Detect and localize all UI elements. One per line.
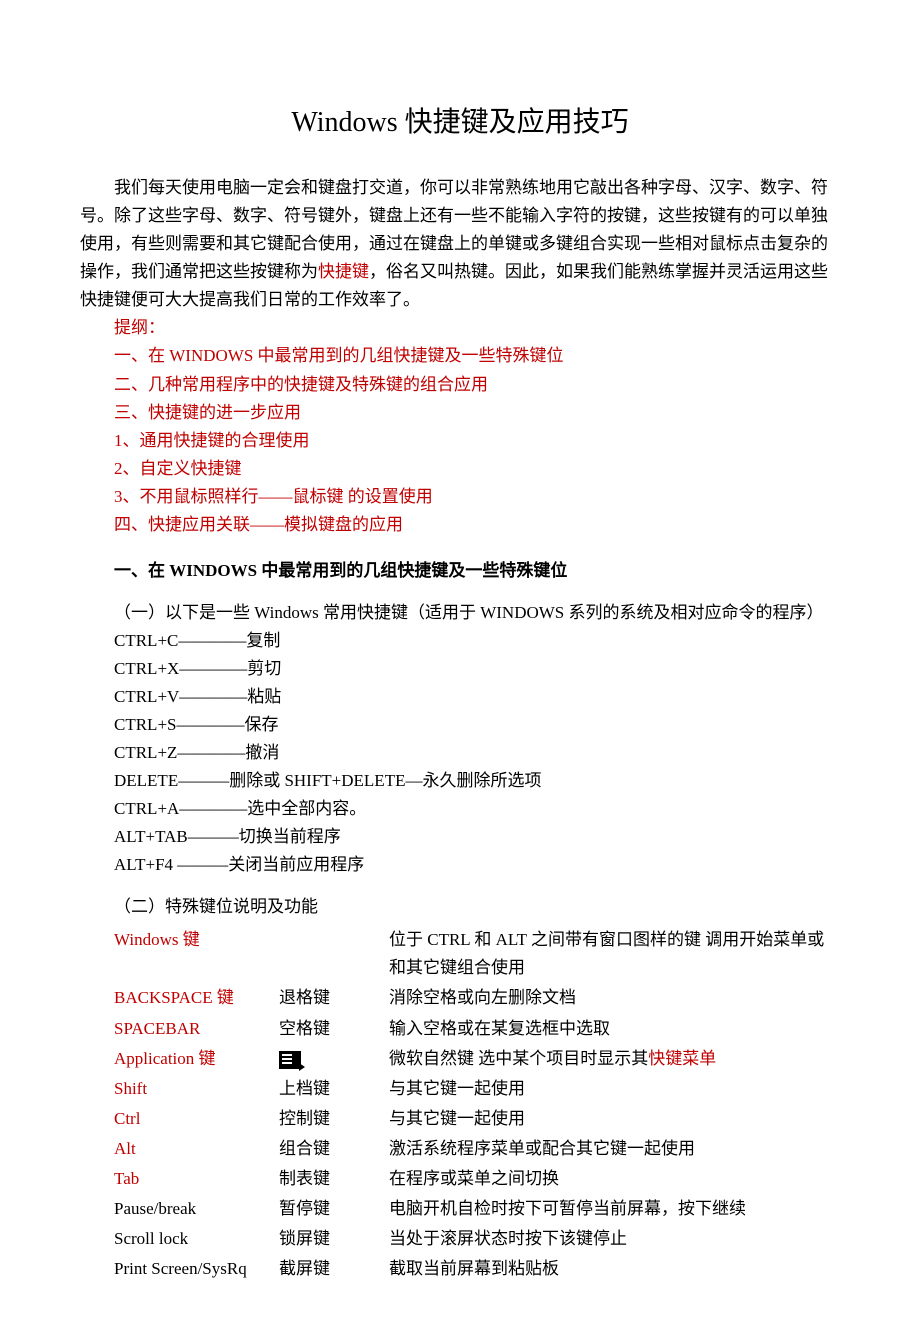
key-description: 当处于滚屏状态时按下该键停止 [389, 1224, 840, 1254]
outline-item-5: 2、自定义快捷键 [80, 455, 840, 483]
table-row: Pause/break暂停键电脑开机自检时按下可暂停当前屏幕，按下继续 [80, 1194, 840, 1224]
key-cn-name: 上档键 [279, 1074, 389, 1104]
key-cn-name: 控制键 [279, 1104, 389, 1134]
table-row: Scroll lock锁屏键当处于滚屏状态时按下该键停止 [80, 1224, 840, 1254]
key-name: Pause/break [80, 1194, 279, 1224]
application-key-icon [279, 1051, 301, 1069]
table-row: Print Screen/SysRq截屏键截取当前屏幕到粘贴板 [80, 1254, 840, 1284]
shortcut-line: CTRL+A————选中全部内容。 [80, 795, 840, 823]
key-name: Application 键 [80, 1044, 279, 1074]
key-description: 微软自然键 选中某个项目时显示其快键菜单 [389, 1044, 840, 1074]
key-description: 与其它键一起使用 [389, 1104, 840, 1134]
key-description: 激活系统程序菜单或配合其它键一起使用 [389, 1134, 840, 1164]
outline-item-6: 3、不用鼠标照样行——鼠标键 的设置使用 [80, 483, 840, 511]
key-cn-name: 暂停键 [279, 1194, 389, 1224]
key-cn-name [279, 925, 389, 983]
key-cn-name: 组合键 [279, 1134, 389, 1164]
outline-item-2: 二、几种常用程序中的快捷键及特殊键的组合应用 [80, 371, 840, 399]
shortcut-line: CTRL+Z————撤消 [80, 739, 840, 767]
outline-item-7: 四、快捷应用关联——模拟键盘的应用 [80, 511, 840, 539]
key-name: BACKSPACE 键 [80, 983, 279, 1013]
shortcut-line: ALT+F4 ———关闭当前应用程序 [80, 851, 840, 879]
shortcut-line: CTRL+X————剪切 [80, 655, 840, 683]
key-cn-name: 退格键 [279, 983, 389, 1013]
outline-item-3: 三、快捷键的进一步应用 [80, 399, 840, 427]
key-name: Ctrl [80, 1104, 279, 1134]
key-name: Windows 键 [80, 925, 279, 983]
key-description: 在程序或菜单之间切换 [389, 1164, 840, 1194]
table-row: Windows 键 位于 CTRL 和 ALT 之间带有窗口图样的键 调用开始菜单… [80, 925, 840, 983]
key-name: Print Screen/SysRq [80, 1254, 279, 1284]
key-cn-name: 空格键 [279, 1014, 389, 1044]
key-cn-name [279, 1044, 389, 1074]
table-row: Alt组合键激活系统程序菜单或配合其它键一起使用 [80, 1134, 840, 1164]
shortcut-line: DELETE———删除或 SHIFT+DELETE—永久删除所选项 [80, 767, 840, 795]
key-cn-name: 截屏键 [279, 1254, 389, 1284]
keyword: 快键菜单 [648, 1049, 716, 1068]
key-name: Shift [80, 1074, 279, 1104]
key-name: Tab [80, 1164, 279, 1194]
key-description: 电脑开机自检时按下可暂停当前屏幕，按下继续 [389, 1194, 840, 1224]
section-1-sub2: （二）特殊键位说明及功能 [80, 893, 840, 921]
key-name: SPACEBAR [80, 1014, 279, 1044]
key-cn-name: 锁屏键 [279, 1224, 389, 1254]
shortcut-line: CTRL+S————保存 [80, 711, 840, 739]
outline-item-1: 一、在 WINDOWS 中最常用到的几组快捷键及一些特殊键位 [80, 342, 840, 370]
table-row: Ctrl控制键与其它键一起使用 [80, 1104, 840, 1134]
table-row: BACKSPACE 键退格键消除空格或向左删除文档 [80, 983, 840, 1013]
intro-text-c: 我们通常把这些按键称为 [131, 262, 318, 281]
key-description: 与其它键一起使用 [389, 1074, 840, 1104]
key-name: Alt [80, 1134, 279, 1164]
page-title: Windows 快捷键及应用技巧 [80, 100, 840, 146]
outline-block: 提纲： 一、在 WINDOWS 中最常用到的几组快捷键及一些特殊键位 二、几种常… [80, 314, 840, 538]
keyword-shortcut: 快捷键 [318, 262, 369, 281]
table-row: Shift上档键与其它键一起使用 [80, 1074, 840, 1104]
table-row: Tab制表键在程序或菜单之间切换 [80, 1164, 840, 1194]
key-table: Windows 键 位于 CTRL 和 ALT 之间带有窗口图样的键 调用开始菜单… [80, 925, 840, 1284]
shortcut-line: CTRL+C————复制 [80, 627, 840, 655]
key-description: 位于 CTRL 和 ALT 之间带有窗口图样的键 调用开始菜单或和其它键组合使用 [389, 925, 840, 983]
outline-heading: 提纲： [80, 314, 840, 342]
shortcut-line: CTRL+V————粘贴 [80, 683, 840, 711]
outline-item-4: 1、通用快捷键的合理使用 [80, 427, 840, 455]
section-1-heading: 一、在 WINDOWS 中最常用到的几组快捷键及一些特殊键位 [80, 557, 840, 585]
shortcut-line: ALT+TAB———切换当前程序 [80, 823, 840, 851]
table-row: SPACEBAR空格键输入空格或在某复选框中选取 [80, 1014, 840, 1044]
key-cn-name: 制表键 [279, 1164, 389, 1194]
key-description: 输入空格或在某复选框中选取 [389, 1014, 840, 1044]
intro-paragraph: 我们每天使用电脑一定会和键盘打交道，你可以非常熟练地用它敲出各种字母、汉字、数字… [80, 174, 840, 314]
key-description: 消除空格或向左删除文档 [389, 983, 840, 1013]
section-1-sub1: （一）以下是一些 Windows 常用快捷键（适用于 WINDOWS 系列的系统… [80, 599, 840, 627]
key-name: Scroll lock [80, 1224, 279, 1254]
key-description: 截取当前屏幕到粘贴板 [389, 1254, 840, 1284]
table-row: Application 键 微软自然键 选中某个项目时显示其快键菜单 [80, 1044, 840, 1074]
